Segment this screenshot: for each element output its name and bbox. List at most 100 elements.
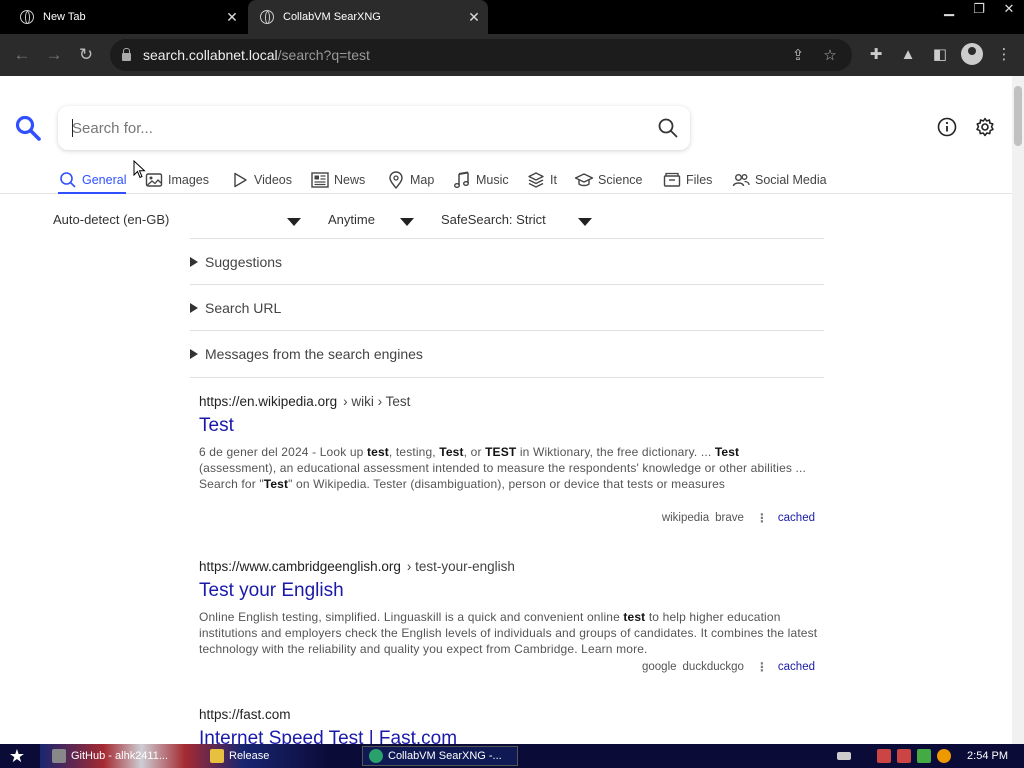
tab-map[interactable]: Map — [386, 168, 434, 192]
puzzle-extensions-icon[interactable]: ✚ — [860, 38, 892, 70]
result-url[interactable]: https://fast.com — [199, 707, 819, 722]
tab-label: Images — [168, 173, 209, 187]
image-icon — [145, 173, 163, 187]
taskbar-item-label: GitHub - alhk2411... — [71, 750, 169, 762]
taskbar-item-collabvm[interactable]: CollabVM SearXNG -... — [362, 746, 518, 766]
start-star-icon[interactable]: ★ — [4, 746, 30, 766]
address-bar[interactable]: search.collabnet.local/search?q=test ⇪ ☆ — [110, 39, 852, 71]
mouse-cursor-icon — [133, 160, 146, 179]
result-title-link[interactable]: Test — [199, 415, 819, 437]
time-range-select[interactable]: Anytime — [328, 212, 375, 227]
magnifier-icon — [60, 172, 76, 188]
tab-videos[interactable]: Videos — [230, 168, 292, 192]
search-tray-icon[interactable] — [937, 749, 952, 763]
music-note-icon — [454, 171, 469, 188]
result-title-link[interactable]: Test your English — [199, 580, 819, 602]
section-label: Search URL — [205, 299, 282, 316]
tab-collabvm-searxng[interactable]: CollabVM SearXNG ✕ — [248, 0, 488, 34]
cached-link[interactable]: cached — [778, 512, 815, 524]
tab-music[interactable]: Music — [452, 168, 509, 192]
engine-label: google — [641, 661, 677, 673]
result-title-link[interactable]: Internet Speed Test | Fast.com — [199, 728, 819, 744]
url-host: search.collabnet.local — [143, 47, 278, 63]
bookmark-star-icon[interactable]: ☆ — [814, 46, 846, 64]
suggestions-toggle[interactable]: Suggestions — [190, 238, 824, 284]
scrollbar-thumb[interactable] — [1014, 86, 1022, 146]
extension-area: ✚ ▲ ◧ ⋮ — [860, 38, 1020, 70]
tab-new-tab[interactable]: New Tab ✕ — [0, 0, 246, 34]
info-icon[interactable] — [936, 116, 958, 138]
reload-icon[interactable]: ↻ — [70, 39, 102, 71]
cached-link[interactable]: cached — [778, 661, 815, 673]
kebab-icon[interactable]: ⋮ — [756, 660, 768, 674]
tab-news[interactable]: News — [310, 168, 365, 192]
url-text[interactable]: search.collabnet.local/search?q=test — [143, 47, 370, 63]
search-result: https://www.cambridgeenglish.org › test-y… — [199, 559, 819, 679]
result-url[interactable]: https://www.cambridgeenglish.org › test-y… — [199, 559, 819, 574]
side-panel-icon[interactable]: ◧ — [924, 38, 956, 70]
kebab-icon[interactable]: ⋮ — [756, 511, 768, 525]
safesearch-select[interactable]: SafeSearch: Strict — [441, 212, 546, 227]
tab-label: Music — [476, 173, 509, 187]
flask-icon[interactable]: ▲ — [892, 38, 924, 70]
newspaper-icon — [311, 172, 329, 188]
engine-label: duckduckgo — [682, 661, 744, 673]
tab-close-icon[interactable]: ✕ — [218, 9, 246, 26]
system-tray: 2:54 PM — [837, 744, 1024, 768]
result-url-host: https://fast.com — [199, 707, 291, 722]
lock-icon[interactable] — [122, 48, 131, 61]
gear-icon[interactable] — [974, 116, 996, 138]
network-icon[interactable] — [897, 749, 912, 763]
engine-label: brave — [715, 512, 744, 524]
search-result: https://en.wikipedia.org › wiki › Test Te… — [199, 394, 819, 526]
forward-icon[interactable]: → — [38, 39, 70, 71]
taskbar-item-release[interactable]: Release — [210, 746, 269, 766]
result-url[interactable]: https://en.wikipedia.org › wiki › Test — [199, 394, 819, 409]
search-input[interactable] — [72, 119, 632, 137]
page-scrollbar[interactable] — [1012, 76, 1024, 744]
caret-right-icon — [190, 348, 198, 359]
globe-icon — [260, 10, 274, 24]
taskbar-clock[interactable]: 2:54 PM — [967, 750, 1008, 762]
back-icon[interactable]: ← — [6, 39, 38, 71]
restore-icon[interactable]: ❐ — [964, 0, 994, 18]
close-window-icon[interactable]: ✕ — [994, 0, 1024, 18]
language-select[interactable]: Auto-detect (en-GB) — [53, 212, 169, 227]
chevron-down-icon[interactable] — [287, 218, 301, 226]
tab-general[interactable]: General — [58, 168, 127, 194]
kebab-menu-icon[interactable]: ⋮ — [988, 38, 1020, 70]
chevron-down-icon[interactable] — [400, 218, 414, 226]
section-label: Suggestions — [205, 253, 283, 270]
window-controls: ▁ ❐ ✕ — [934, 0, 1024, 18]
text-caret — [72, 119, 73, 137]
taskbar-item-label: CollabVM SearXNG -... — [388, 750, 502, 762]
result-url-host: https://www.cambridgeenglish.org — [199, 559, 401, 574]
browser-tab-bar: New Tab ✕ CollabVM SearXNG ✕ ▁ ❐ ✕ — [0, 0, 1024, 34]
result-url-host: https://en.wikipedia.org — [199, 394, 338, 409]
search-result: https://fast.com Internet Speed Test | F… — [199, 707, 819, 744]
minimize-icon[interactable]: ▁ — [934, 0, 964, 18]
search-icon[interactable] — [656, 116, 680, 140]
engine-messages-toggle[interactable]: Messages from the search engines — [190, 330, 824, 376]
search-box — [58, 106, 690, 150]
share-icon[interactable]: ⇪ — [782, 46, 814, 64]
search-url-toggle[interactable]: Search URL — [190, 284, 824, 330]
tab-social-media[interactable]: Social Media — [731, 168, 827, 192]
chevron-down-icon[interactable] — [578, 218, 592, 226]
tab-images[interactable]: Images — [144, 168, 209, 192]
tab-it[interactable]: It — [526, 168, 557, 192]
globe-icon — [20, 10, 34, 24]
searxng-logo-icon[interactable] — [14, 114, 42, 142]
tab-files[interactable]: Files — [662, 168, 712, 192]
keyboard-icon[interactable] — [837, 752, 852, 760]
tray-app-icon[interactable] — [877, 749, 892, 763]
tab-label: Files — [686, 173, 713, 187]
result-breadcrumb: › wiki › Test — [343, 394, 411, 409]
tab-science[interactable]: Science — [574, 168, 642, 192]
profile-avatar-icon[interactable] — [961, 43, 983, 65]
layers-icon — [528, 172, 544, 188]
shield-icon[interactable] — [917, 749, 932, 763]
play-icon — [234, 172, 247, 188]
tab-close-icon[interactable]: ✕ — [460, 9, 488, 26]
taskbar-item-github[interactable]: GitHub - alhk2411... — [52, 746, 168, 766]
